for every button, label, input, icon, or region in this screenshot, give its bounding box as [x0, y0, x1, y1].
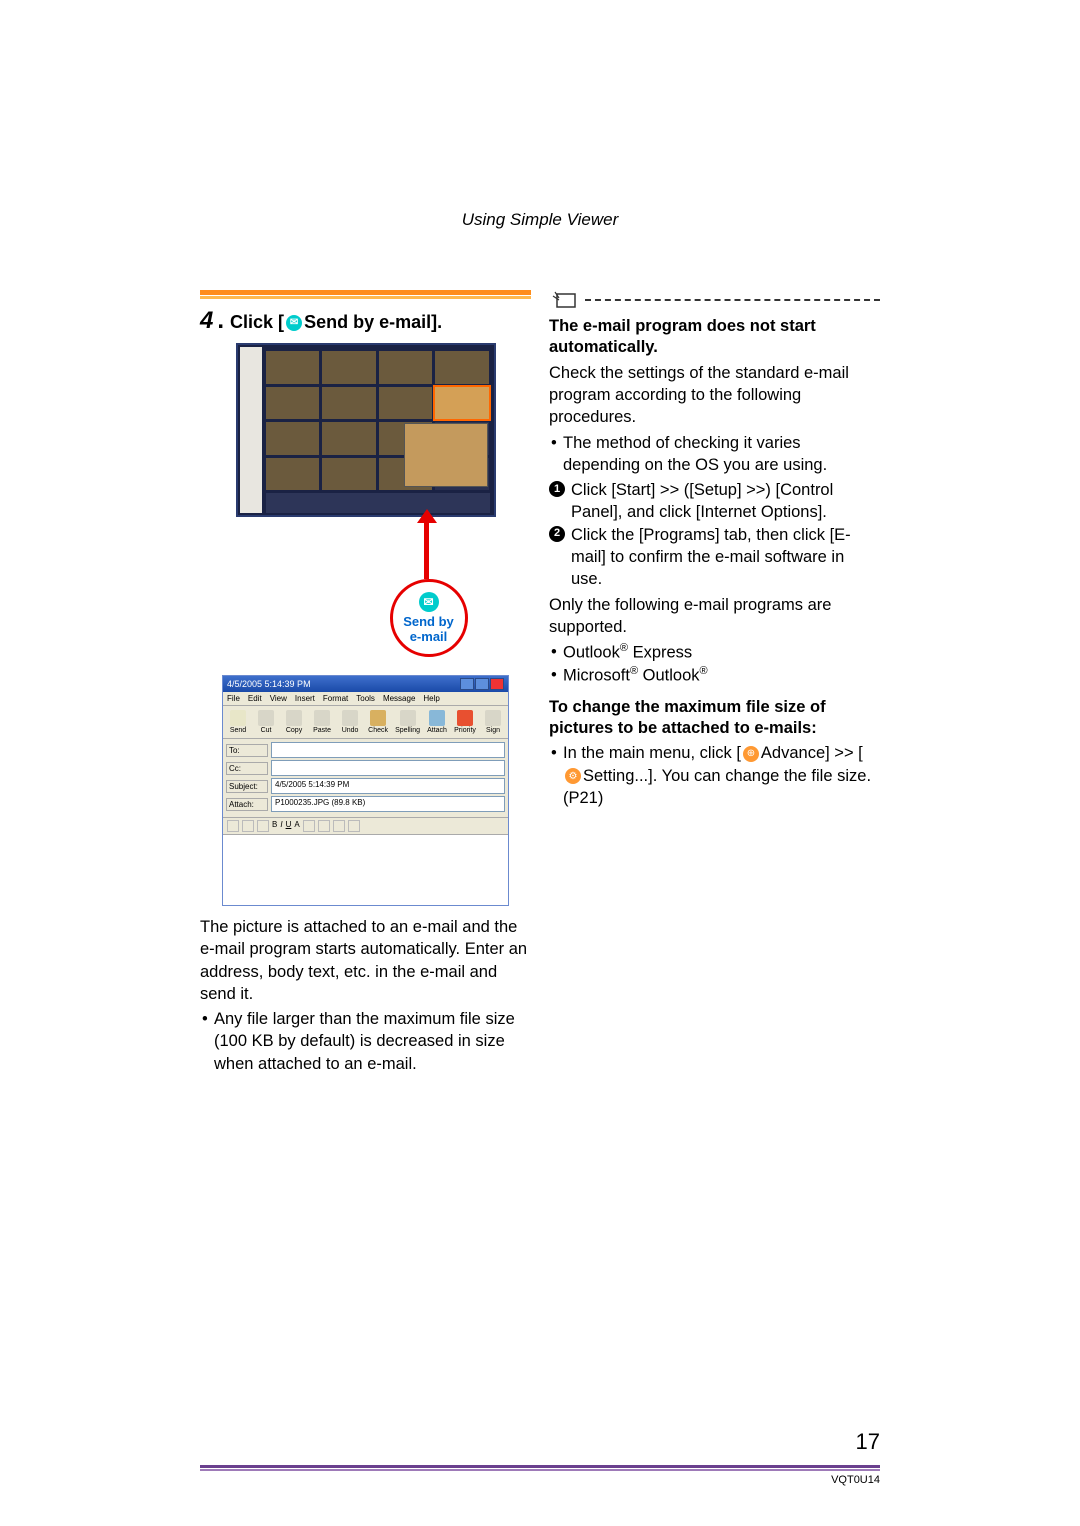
step-label-prefix: Click [: [230, 312, 284, 333]
callout-line1: Send by: [403, 614, 454, 629]
menu-file: File: [227, 694, 240, 703]
divider-orange-top: [200, 290, 531, 295]
mail-icon: ✉: [419, 592, 439, 612]
supported-outlook-express: Outlook® Express: [563, 641, 880, 664]
section-heading: Using Simple Viewer: [200, 210, 880, 230]
email-compose-window: 4/5/2005 5:14:39 PM File Edit View Inser…: [222, 675, 509, 906]
tb-cut: Cut: [261, 727, 272, 734]
menu-view: View: [270, 694, 287, 703]
tb-paste: Paste: [313, 727, 331, 734]
menu-edit: Edit: [248, 694, 262, 703]
menu-tools: Tools: [356, 694, 375, 703]
cc-field: [271, 760, 505, 776]
step-dot: .: [217, 307, 224, 335]
right-num-2: 2Click the [Programs] tab, then click [E…: [549, 524, 880, 591]
right-advance-bullet: In the main menu, click [⊕Advance] >> [⚙…: [563, 742, 880, 809]
undo-icon: [342, 710, 358, 726]
maximize-icon: [475, 678, 489, 690]
note-icon: [549, 290, 579, 310]
spelling-icon: [400, 710, 416, 726]
email-toolbar: Send Cut Copy Paste Undo Check Spelling …: [223, 706, 508, 739]
email-menubar: File Edit View Insert Format Tools Messa…: [223, 692, 508, 706]
subject-label: Subject:: [226, 780, 268, 793]
menu-message: Message: [383, 694, 415, 703]
left-paragraph-1: The picture is attached to an e-mail and…: [200, 916, 531, 1005]
email-title-text: 4/5/2005 5:14:39 PM: [227, 679, 311, 689]
subject-field: 4/5/2005 5:14:39 PM: [271, 778, 505, 794]
send-by-email-callout: ✉ Send by e-mail: [390, 579, 468, 657]
tb-spelling: Spelling: [395, 727, 420, 734]
number-badge-1: 1: [549, 481, 565, 497]
close-icon: [490, 678, 504, 690]
email-titlebar: 4/5/2005 5:14:39 PM: [223, 676, 508, 692]
step-number: 4: [200, 307, 213, 335]
right-bullet-1: The method of checking it varies dependi…: [563, 432, 880, 477]
attach-icon: [429, 710, 445, 726]
sign-icon: [485, 710, 501, 726]
minimize-icon: [460, 678, 474, 690]
advance-icon: ⊕: [743, 746, 759, 762]
divider-orange-bottom: [200, 296, 531, 299]
priority-icon: [457, 710, 473, 726]
copy-icon: [286, 710, 302, 726]
menu-help: Help: [423, 694, 439, 703]
number-badge-2: 2: [549, 526, 565, 542]
right-heading-2: To change the maximum file size of pictu…: [549, 697, 880, 740]
mail-icon: ✉: [286, 315, 302, 331]
to-field: [271, 742, 505, 758]
footer-rule-2: [200, 1469, 880, 1471]
menu-insert: Insert: [295, 694, 315, 703]
tb-attach: Attach: [427, 727, 447, 734]
tb-undo: Undo: [342, 727, 359, 734]
tb-priority: Priority: [454, 727, 476, 734]
right-body-1: Check the settings of the standard e-mai…: [549, 362, 880, 429]
page-number: 17: [848, 1429, 880, 1455]
attach-field: P1000235.JPG (89.8 KB): [271, 796, 505, 812]
right-heading-1: The e-mail program does not start automa…: [549, 316, 880, 359]
supported-ms-outlook: Microsoft® Outlook®: [563, 664, 880, 687]
tb-check: Check: [368, 727, 388, 734]
cut-icon: [258, 710, 274, 726]
tb-send: Send: [230, 727, 246, 734]
document-id: VQT0U14: [200, 1474, 880, 1486]
to-label: To:: [226, 744, 268, 757]
attach-label: Attach:: [226, 798, 268, 811]
setting-icon: ⚙: [565, 768, 581, 784]
step-label-action: Send by e-mail].: [304, 312, 442, 333]
left-bullet-1: Any file larger than the maximum file si…: [214, 1008, 531, 1075]
simple-viewer-screenshot: ✉ Send by e-mail: [236, 343, 496, 667]
tb-copy: Copy: [286, 727, 302, 734]
menu-format: Format: [323, 694, 348, 703]
footer-rule-1: [200, 1465, 880, 1468]
send-icon: [230, 710, 246, 726]
step-heading: 4 . Click [ ✉ Send by e-mail].: [200, 307, 531, 335]
cc-label: Cc:: [226, 762, 268, 775]
callout-line2: e-mail: [410, 629, 448, 644]
paste-icon: [314, 710, 330, 726]
email-format-bar: BIUA: [223, 817, 508, 835]
tb-sign: Sign: [486, 727, 500, 734]
check-icon: [370, 710, 386, 726]
right-num-1: 1Click [Start] >> ([Setup] >>) [Control …: [549, 479, 880, 524]
email-body-area: [223, 835, 508, 905]
dashed-rule: [585, 299, 880, 301]
right-body-2: Only the following e-mail programs are s…: [549, 594, 880, 639]
